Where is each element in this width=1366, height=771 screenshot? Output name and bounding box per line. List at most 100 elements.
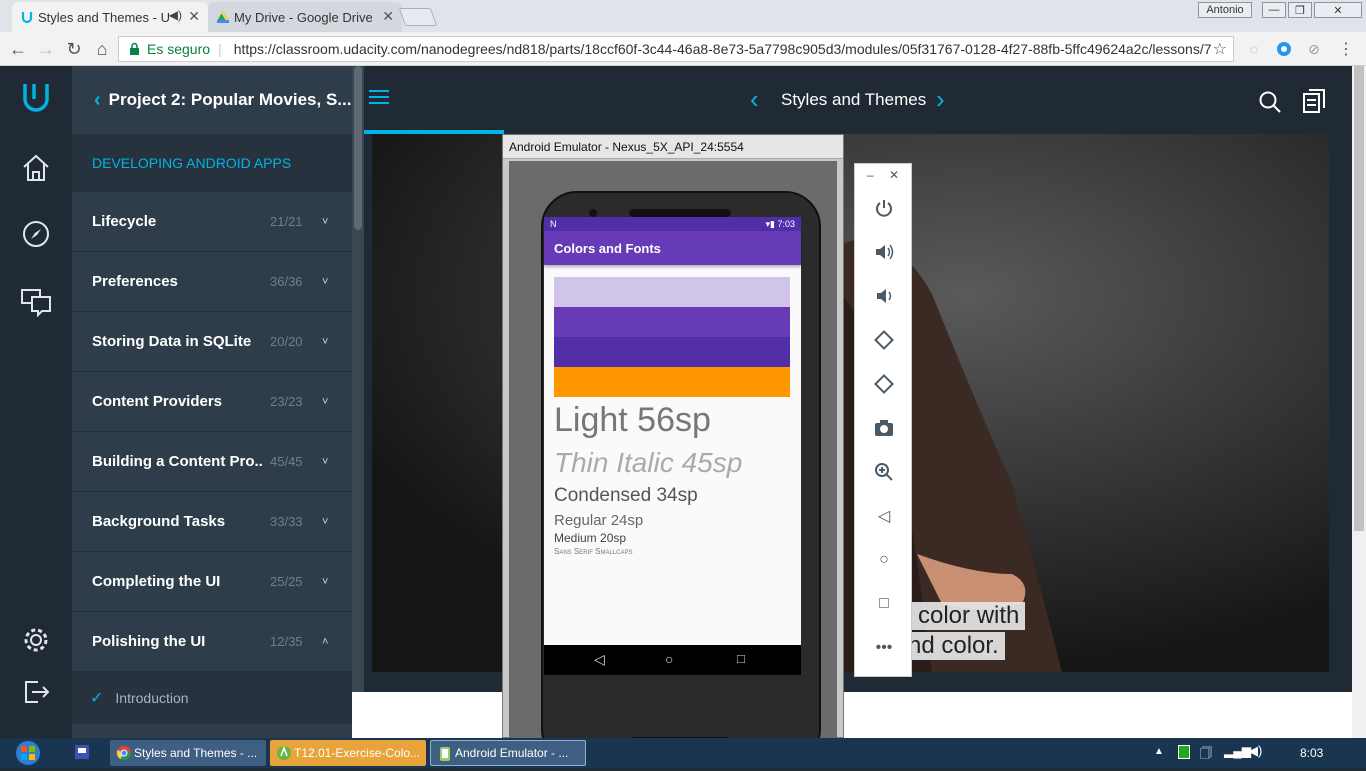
sidebar-scroll-thumb[interactable] bbox=[354, 66, 362, 230]
rotate-right-icon[interactable] bbox=[872, 372, 896, 396]
concept-title: Introduction bbox=[115, 690, 189, 706]
overview-icon[interactable]: □ bbox=[872, 592, 896, 616]
android-recents-icon[interactable]: □ bbox=[737, 651, 745, 666]
sidebar-item-polishing-ui[interactable]: Polishing the UI 12/35 ˄ bbox=[72, 612, 352, 672]
chevron-left-icon: ‹ bbox=[94, 88, 101, 111]
project-back-link[interactable]: ‹ Project 2: Popular Movies, S... bbox=[72, 66, 352, 134]
caption-line-1: color with bbox=[912, 602, 1026, 630]
pinned-app-icon[interactable] bbox=[74, 744, 90, 765]
chat-icon[interactable] bbox=[20, 286, 52, 318]
taskbar-clock[interactable]: 8:03 bbox=[1300, 746, 1323, 760]
rotate-left-icon[interactable] bbox=[872, 328, 896, 352]
network-signal-icon[interactable]: ▂▄▆ bbox=[1224, 744, 1251, 758]
android-screen[interactable]: N ▾▮ 7:03 Colors and Fonts Light 56sp Th… bbox=[544, 217, 801, 675]
back-icon[interactable]: ◁ bbox=[872, 504, 896, 528]
extension-gray-icon[interactable]: ⊘ bbox=[1302, 37, 1326, 61]
zoom-icon[interactable] bbox=[872, 460, 896, 484]
caption-line-2: nd color. bbox=[902, 632, 1005, 660]
page-scrollbar[interactable] bbox=[1352, 66, 1366, 738]
secure-label: Es seguro bbox=[147, 41, 211, 57]
power-icon[interactable] bbox=[872, 196, 896, 220]
lock-icon bbox=[129, 42, 140, 59]
volume-up-icon[interactable] bbox=[872, 240, 896, 264]
status-time: 7:03 bbox=[777, 218, 795, 229]
tab-title: Styles and Themes - U bbox=[38, 9, 170, 25]
minimize-button[interactable]: — bbox=[1262, 2, 1286, 18]
concept-item-introduction[interactable]: ✓ Introduction bbox=[72, 672, 352, 724]
emulator-minimize-icon[interactable]: – bbox=[867, 168, 874, 182]
home-circle-icon[interactable]: ○ bbox=[872, 548, 896, 572]
hamburger-menu-icon[interactable] bbox=[368, 88, 390, 111]
close-window-button[interactable]: ✕ bbox=[1314, 2, 1362, 18]
previous-chevron-icon[interactable]: ‹ bbox=[750, 86, 759, 112]
udacity-favicon-icon bbox=[20, 10, 34, 24]
more-icon[interactable]: ••• bbox=[872, 636, 896, 660]
bookmark-star-icon[interactable]: ☆ bbox=[1212, 39, 1227, 59]
browser-tab-strip: Styles and Themes - U ◀) ✕ My Drive - Go… bbox=[0, 0, 1366, 32]
chevron-down-icon: ˅ bbox=[322, 275, 329, 288]
udacity-left-rail bbox=[0, 66, 72, 738]
sample-light: Light 56sp bbox=[554, 401, 711, 439]
logout-icon[interactable] bbox=[20, 676, 52, 708]
page-scroll-thumb[interactable] bbox=[1354, 66, 1364, 531]
notes-icon[interactable] bbox=[1302, 88, 1326, 119]
sidebar-item-background-tasks[interactable]: Background Tasks 33/33 ˅ bbox=[72, 492, 352, 552]
tray-device-icon[interactable]: 🗍 bbox=[1200, 744, 1212, 765]
udacity-logo-icon[interactable] bbox=[20, 82, 52, 114]
next-chevron-icon[interactable]: › bbox=[936, 86, 945, 112]
sidebar-item-sqlite[interactable]: Storing Data in SQLite 20/20 ˅ bbox=[72, 312, 352, 372]
settings-gear-icon[interactable] bbox=[20, 624, 52, 656]
lesson-count: 36/36 bbox=[270, 274, 303, 289]
taskbar-emulator[interactable]: Android Emulator - ... bbox=[430, 740, 586, 766]
windows-start-icon[interactable] bbox=[8, 740, 48, 771]
android-home-icon[interactable]: ○ bbox=[665, 651, 673, 667]
color-swatch-accent bbox=[554, 367, 790, 397]
tray-app-icon[interactable] bbox=[1178, 745, 1190, 759]
tab-google-drive[interactable]: My Drive - Google Drive ✕ bbox=[208, 2, 402, 32]
volume-down-icon[interactable] bbox=[872, 284, 896, 308]
lesson-title: Completing the UI bbox=[92, 573, 221, 590]
sidebar-scrollbar[interactable] bbox=[352, 66, 364, 738]
android-nav-bar: ◁ ○ □ bbox=[544, 645, 801, 675]
emulator-close-icon[interactable]: ✕ bbox=[889, 168, 899, 182]
taskbar-android-studio[interactable]: T12.01-Exercise-Colo... bbox=[270, 740, 426, 766]
project-title: Project 2: Popular Movies, S... bbox=[108, 90, 352, 109]
lesson-count: 33/33 bbox=[270, 514, 303, 529]
sidebar-item-completing-ui[interactable]: Completing the UI 25/25 ˅ bbox=[72, 552, 352, 612]
taskbar-chrome[interactable]: Styles and Themes - ... bbox=[110, 740, 266, 766]
sidebar-item-lifecycle[interactable]: Lifecycle 21/21 ˅ bbox=[72, 192, 352, 252]
menu-dots-icon[interactable]: ⋮ bbox=[1334, 37, 1358, 61]
sidebar-item-preferences[interactable]: Preferences 36/36 ˅ bbox=[72, 252, 352, 312]
forward-arrow-icon[interactable]: → bbox=[34, 37, 58, 61]
speaker-icon[interactable]: ◀) bbox=[169, 8, 182, 22]
sidebar-item-building-content-provider[interactable]: Building a Content Pro... 45/45 ˅ bbox=[72, 432, 352, 492]
chevron-up-icon: ˄ bbox=[322, 635, 329, 648]
camera-icon[interactable] bbox=[872, 416, 896, 440]
emulator-title-bar[interactable]: Android Emulator - Nexus_5X_API_24:5554 bbox=[503, 135, 843, 159]
close-tab-icon[interactable]: ✕ bbox=[382, 8, 394, 25]
lesson-title: Lifecycle bbox=[92, 213, 157, 230]
tray-volume-icon[interactable]: ◀) bbox=[1248, 743, 1262, 759]
extension-icon[interactable]: ◌ bbox=[1242, 37, 1266, 61]
address-bar[interactable]: Es seguro | https://classroom.udacity.co… bbox=[118, 36, 1234, 62]
lesson-count: 23/23 bbox=[270, 394, 303, 409]
home-icon[interactable] bbox=[20, 152, 52, 184]
windows-taskbar: Styles and Themes - ... T12.01-Exercise-… bbox=[0, 738, 1366, 768]
profile-button[interactable]: Antonio bbox=[1198, 2, 1252, 18]
android-back-icon[interactable]: ◁ bbox=[594, 651, 605, 668]
chevron-down-icon: ˅ bbox=[322, 455, 329, 468]
checkmark-icon: ✓ bbox=[90, 690, 104, 707]
search-icon[interactable] bbox=[1258, 90, 1282, 119]
maximize-button[interactable]: ❐ bbox=[1288, 2, 1312, 18]
reload-icon[interactable]: ↻ bbox=[62, 37, 86, 61]
sidebar-item-content-providers[interactable]: Content Providers 23/23 ˅ bbox=[72, 372, 352, 432]
chevron-down-icon: ˅ bbox=[322, 515, 329, 528]
tray-expand-icon[interactable]: ▲ bbox=[1154, 746, 1164, 757]
tab-styles-and-themes[interactable]: Styles and Themes - U ◀) ✕ bbox=[12, 2, 208, 32]
back-arrow-icon[interactable]: ← bbox=[6, 37, 30, 61]
compass-icon[interactable] bbox=[20, 218, 52, 250]
new-tab-button[interactable] bbox=[398, 8, 438, 26]
close-tab-icon[interactable]: ✕ bbox=[188, 8, 200, 25]
extension-blue-icon[interactable] bbox=[1272, 37, 1296, 61]
home-icon[interactable]: ⌂ bbox=[90, 37, 114, 61]
